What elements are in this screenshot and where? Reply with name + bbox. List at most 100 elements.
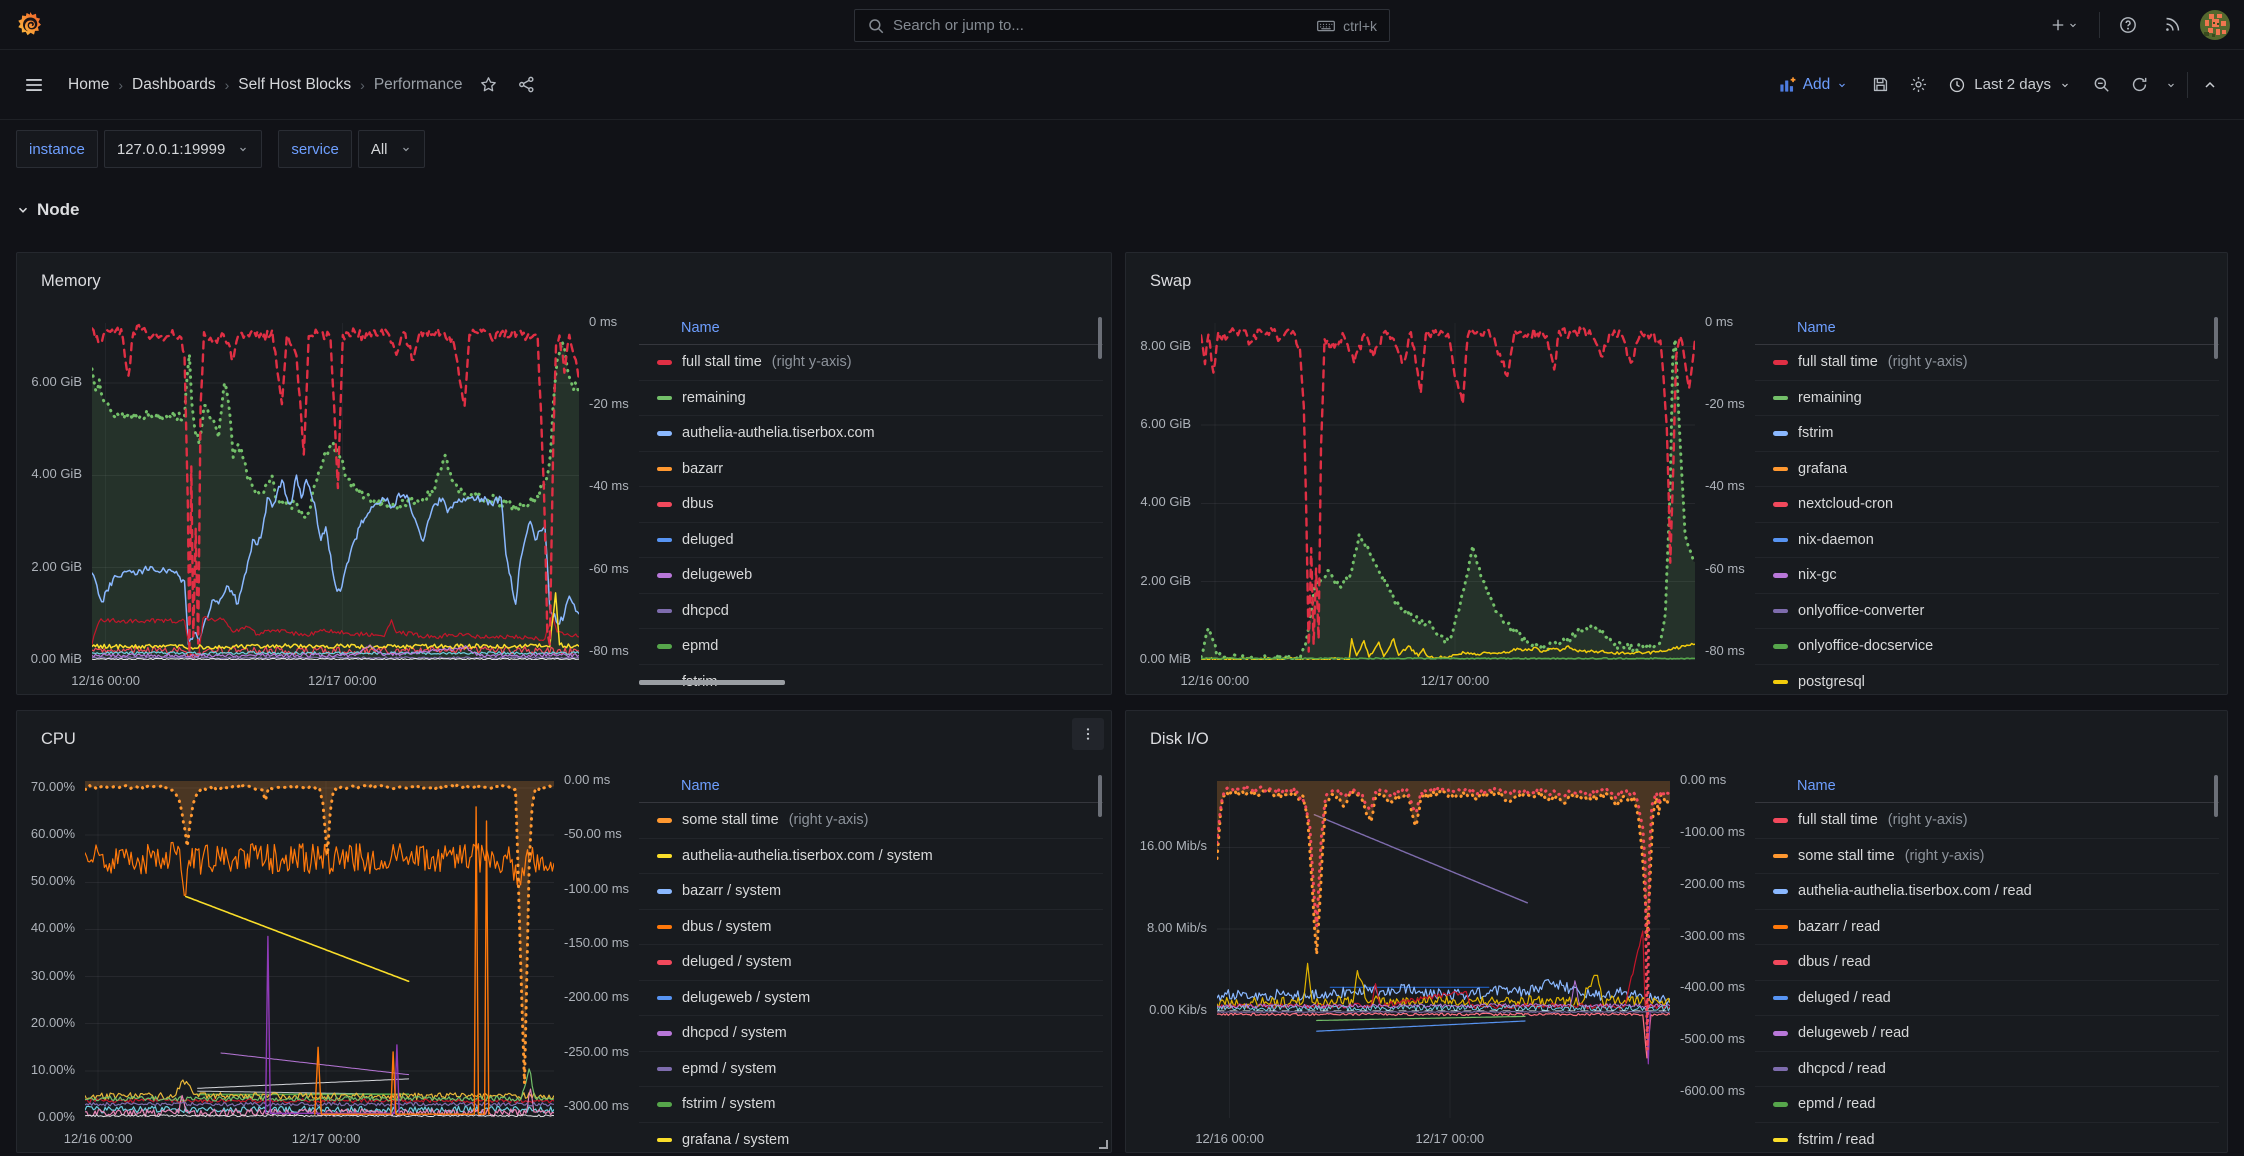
legend-row-dbus[interactable]: dbus bbox=[639, 487, 1103, 523]
refresh-interval-caret[interactable] bbox=[2161, 70, 2181, 100]
search-input[interactable] bbox=[893, 17, 1308, 34]
legend-row-authelia-authelia-tiserbox-com-read[interactable]: authelia-authelia.tiserbox.com / read bbox=[1755, 874, 2219, 910]
favorite-star-icon[interactable] bbox=[473, 70, 505, 100]
legend-row-dbus-read[interactable]: dbus / read bbox=[1755, 945, 2219, 981]
legend-row-delugeweb-read[interactable]: delugeweb / read bbox=[1755, 1016, 2219, 1052]
chart-plot[interactable] bbox=[1201, 323, 1695, 660]
menu-hamburger-icon[interactable] bbox=[18, 70, 50, 100]
legend-column-name[interactable]: Name bbox=[1755, 767, 2219, 803]
legend-row-epmd-read[interactable]: epmd / read bbox=[1755, 1087, 2219, 1123]
legend-vertical-scrollbar[interactable] bbox=[2214, 775, 2218, 817]
series-color-pill bbox=[657, 1138, 672, 1143]
legend-row-deluged[interactable]: deluged bbox=[639, 523, 1103, 559]
dashboard-settings-gear-icon[interactable] bbox=[1902, 70, 1934, 100]
new-menu-button[interactable] bbox=[2041, 10, 2087, 40]
variable-value-dropdown[interactable]: 127.0.0.1:19999 bbox=[104, 130, 262, 168]
legend-row-full-stall-time[interactable]: full stall time(right y-axis) bbox=[1755, 803, 2219, 839]
legend-row-nix-daemon[interactable]: nix-daemon bbox=[1755, 523, 2219, 559]
share-icon[interactable] bbox=[511, 70, 543, 100]
zoom-out-time-icon[interactable] bbox=[2085, 70, 2117, 100]
legend-row-full-stall-time[interactable]: full stall time(right y-axis) bbox=[639, 345, 1103, 381]
legend-row-authelia-authelia-tiserbox-com-system[interactable]: authelia-authelia.tiserbox.com / system bbox=[639, 839, 1103, 875]
chart-plot[interactable] bbox=[85, 781, 554, 1118]
global-search[interactable]: ctrl+k bbox=[854, 9, 1390, 42]
variable-value-dropdown[interactable]: All bbox=[358, 130, 425, 168]
legend-row-full-stall-time[interactable]: full stall time(right y-axis) bbox=[1755, 345, 2219, 381]
legend-row-bazarr-read[interactable]: bazarr / read bbox=[1755, 910, 2219, 946]
time-range-picker[interactable]: Last 2 days bbox=[1940, 69, 2079, 101]
refresh-icon[interactable] bbox=[2123, 70, 2155, 100]
legend-row-epmd-system[interactable]: epmd / system bbox=[639, 1052, 1103, 1088]
legend-column-name[interactable]: Name bbox=[1755, 309, 2219, 345]
legend-row-deluged-system[interactable]: deluged / system bbox=[639, 945, 1103, 981]
series-color-pill bbox=[1773, 538, 1788, 543]
legend-row-grafana[interactable]: grafana bbox=[1755, 452, 2219, 488]
legend-row-dbus-system[interactable]: dbus / system bbox=[639, 910, 1103, 946]
variable-label: service bbox=[278, 130, 352, 168]
legend-column-name[interactable]: Name bbox=[639, 309, 1103, 345]
legend-vertical-scrollbar[interactable] bbox=[2214, 317, 2218, 359]
series-color-pill bbox=[1773, 889, 1788, 894]
series-name: deluged / system bbox=[682, 954, 792, 970]
legend-row-authelia-authelia-tiserbox-com[interactable]: authelia-authelia.tiserbox.com bbox=[639, 416, 1103, 452]
series-color-pill bbox=[1773, 467, 1788, 472]
legend-row-onlyoffice-converter[interactable]: onlyoffice-converter bbox=[1755, 594, 2219, 630]
help-icon[interactable] bbox=[2112, 10, 2144, 40]
legend-row-some-stall-time[interactable]: some stall time(right y-axis) bbox=[639, 803, 1103, 839]
y-axis-right-tick: -100.00 ms bbox=[1680, 824, 1745, 839]
series-color-pill bbox=[657, 609, 672, 614]
legend-row-fstrim-system[interactable]: fstrim / system bbox=[639, 1087, 1103, 1123]
legend-row-deluged-read[interactable]: deluged / read bbox=[1755, 981, 2219, 1017]
legend-row-remaining[interactable]: remaining bbox=[1755, 381, 2219, 417]
series-name: deluged / read bbox=[1798, 990, 1891, 1006]
panel-disk-i-o: Disk I/O16.00 Mib/s8.00 Mib/s0.00 Kib/s0… bbox=[1125, 710, 2228, 1153]
legend-row-grafana-system[interactable]: grafana / system bbox=[639, 1123, 1103, 1153]
legend-row-epmd[interactable]: epmd bbox=[639, 629, 1103, 665]
legend-row-postgresql[interactable]: postgresql bbox=[1755, 665, 2219, 695]
news-rss-icon[interactable] bbox=[2156, 10, 2188, 40]
legend-row-fstrim[interactable]: fstrim bbox=[1755, 416, 2219, 452]
legend-row-delugeweb[interactable]: delugeweb bbox=[639, 558, 1103, 594]
panel-menu-kebab-icon[interactable] bbox=[1072, 718, 1104, 750]
legend-row-remaining[interactable]: remaining bbox=[639, 381, 1103, 417]
x-axis-tick: 12/16 00:00 bbox=[1182, 1131, 1278, 1146]
grafana-logo[interactable] bbox=[14, 9, 46, 41]
breadcrumb-item-dashboards[interactable]: Dashboards bbox=[132, 76, 216, 94]
save-dashboard-icon[interactable] bbox=[1864, 70, 1896, 100]
y-axis-right-tick: 0 ms bbox=[589, 314, 617, 329]
legend-row-dhcpcd[interactable]: dhcpcd bbox=[639, 594, 1103, 630]
legend-row-onlyoffice-docservice[interactable]: onlyoffice-docservice bbox=[1755, 629, 2219, 665]
legend-row-nextcloud-cron[interactable]: nextcloud-cron bbox=[1755, 487, 2219, 523]
series-name: authelia-authelia.tiserbox.com / read bbox=[1798, 883, 2032, 899]
user-avatar[interactable] bbox=[2200, 10, 2230, 40]
legend-vertical-scrollbar[interactable] bbox=[1098, 317, 1102, 359]
breadcrumb-item-home[interactable]: Home bbox=[68, 76, 109, 94]
legend-row-some-stall-time[interactable]: some stall time(right y-axis) bbox=[1755, 839, 2219, 875]
legend-row-bazarr[interactable]: bazarr bbox=[639, 452, 1103, 488]
legend-row-fstrim-read[interactable]: fstrim / read bbox=[1755, 1123, 2219, 1153]
y-axis-right-tick: -100.00 ms bbox=[564, 881, 629, 896]
breadcrumb-item-self-host-blocks[interactable]: Self Host Blocks bbox=[238, 76, 351, 94]
collapse-toolbar-chevron-up-icon[interactable] bbox=[2194, 70, 2226, 100]
y-axis-left-tick: 6.00 GiB bbox=[25, 374, 82, 389]
chart-plot[interactable] bbox=[92, 323, 579, 660]
clock-icon bbox=[1948, 76, 1966, 94]
legend-row-bazarr-system[interactable]: bazarr / system bbox=[639, 874, 1103, 910]
row-node-toggle[interactable]: Node bbox=[16, 194, 2228, 226]
legend-row-dhcpcd-system[interactable]: dhcpcd / system bbox=[639, 1016, 1103, 1052]
series-color-pill bbox=[657, 396, 672, 401]
chevron-down-icon bbox=[16, 203, 30, 217]
legend-row-delugeweb-system[interactable]: delugeweb / system bbox=[639, 981, 1103, 1017]
legend-row-dhcpcd-read[interactable]: dhcpcd / read bbox=[1755, 1052, 2219, 1088]
series-name: remaining bbox=[682, 390, 746, 406]
legend-row-nix-gc[interactable]: nix-gc bbox=[1755, 558, 2219, 594]
panel-resize-handle[interactable] bbox=[1099, 1140, 1108, 1149]
series-name: fstrim / read bbox=[1798, 1132, 1875, 1148]
legend-horizontal-scrollbar[interactable] bbox=[639, 680, 785, 685]
legend-column-name[interactable]: Name bbox=[639, 767, 1103, 803]
chart-plot[interactable] bbox=[1217, 781, 1670, 1118]
legend-vertical-scrollbar[interactable] bbox=[1098, 775, 1102, 817]
series-color-pill bbox=[1773, 1102, 1788, 1107]
add-panel-button[interactable]: Add bbox=[1768, 69, 1859, 101]
y-axis-right-tick: -200.00 ms bbox=[564, 989, 629, 1004]
